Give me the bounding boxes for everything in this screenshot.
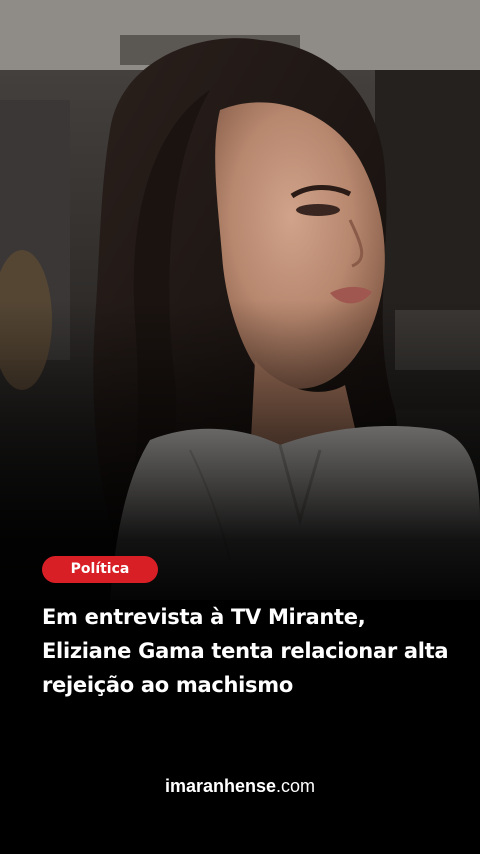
brand-name: imaranhense xyxy=(164,776,277,796)
brand-logo[interactable]: imaranhense.com xyxy=(0,774,480,798)
headline[interactable]: Em entrevista à TV Mirante, Eliziane Gam… xyxy=(42,600,452,702)
category-badge[interactable]: Política xyxy=(42,556,158,583)
brand-tld: .com xyxy=(276,776,316,796)
story-card: Política Em entrevista à TV Mirante, Eli… xyxy=(0,0,480,854)
